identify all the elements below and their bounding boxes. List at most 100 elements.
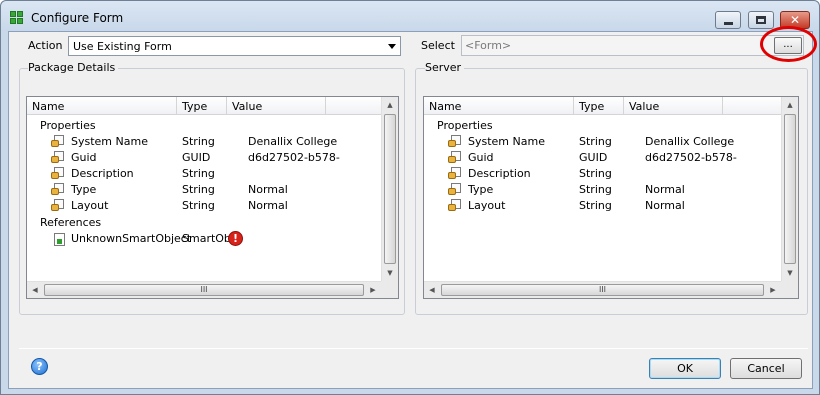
vertical-scrollbar[interactable]: ▲ ▼ [781,97,798,281]
minimize-button[interactable] [715,11,741,29]
scroll-right-icon[interactable]: ▶ [365,282,381,298]
scroll-up-icon[interactable]: ▲ [382,97,398,113]
row-value: Normal [645,199,685,212]
horizontal-scrollbar[interactable]: ◀ III ▶ [27,281,381,298]
maximize-button[interactable] [748,11,774,29]
window-title: Configure Form [31,11,124,25]
action-label: Action [28,39,63,52]
table-row[interactable]: Type String Normal [27,182,381,198]
dialog-body: Action Use Existing Form Select <Form> .… [8,26,817,389]
table-row[interactable]: Layout String Normal [424,198,781,214]
property-icon [51,167,65,180]
column-header-name[interactable]: Name [27,97,177,115]
row-type: SmartObj [182,232,234,245]
scroll-thumb[interactable] [784,114,796,264]
minimize-icon [723,21,733,25]
column-header-name[interactable]: Name [424,97,574,115]
form-select-value: <Form> [465,39,512,52]
table-row[interactable]: Guid GUID d6d27502-b578- [424,150,781,166]
table-row[interactable]: Layout String Normal [27,198,381,214]
server-tree-rows: Properties System Name String Denallix C… [424,115,781,281]
package-tree[interactable]: Name Type Value Properties System Name S… [26,96,399,299]
scroll-down-icon[interactable]: ▼ [782,265,798,281]
property-icon [51,151,65,164]
scroll-corner [781,281,798,298]
property-icon [51,183,65,196]
action-dropdown-value: Use Existing Form [73,40,172,53]
row-type: String [182,183,215,196]
property-icon [448,199,462,212]
package-tree-rows: Properties System Name String Denallix C… [27,115,381,281]
property-icon [448,135,462,148]
table-row[interactable]: Description String [27,166,381,182]
form-select-field[interactable]: <Form> [461,35,804,56]
table-row[interactable]: UnknownSmartObject SmartObj ! [27,231,381,247]
action-dropdown[interactable]: Use Existing Form [68,36,401,56]
cancel-button[interactable]: Cancel [730,358,802,379]
row-type: String [182,135,215,148]
row-value: Normal [645,183,685,196]
select-label: Select [421,39,455,52]
close-icon: ✕ [789,13,801,27]
row-name: System Name [468,135,545,148]
row-type: String [579,135,612,148]
row-name: UnknownSmartObject [71,232,192,245]
vertical-scrollbar[interactable]: ▲ ▼ [381,97,398,281]
table-row[interactable]: Guid GUID d6d27502-b578- [27,150,381,166]
scroll-left-icon[interactable]: ◀ [424,282,440,298]
row-type: String [182,199,215,212]
row-name: Guid [71,151,97,164]
title-bar: Configure Form ✕ [1,1,819,31]
scroll-thumb[interactable]: III [441,284,764,296]
property-icon [51,135,65,148]
tree-node-properties[interactable]: Properties [424,118,781,134]
row-value: Denallix College [645,135,735,148]
property-icon [448,183,462,196]
scroll-up-icon[interactable]: ▲ [782,97,798,113]
chevron-down-icon[interactable] [384,37,400,55]
row-type: String [579,199,612,212]
maximize-icon [756,16,766,24]
table-row[interactable]: Description String [424,166,781,182]
package-tree-header: Name Type Value [27,97,381,115]
row-name: Type [468,183,494,196]
row-name: Description [468,167,531,180]
scroll-left-icon[interactable]: ◀ [27,282,43,298]
property-icon [448,167,462,180]
column-header-type[interactable]: Type [177,97,227,115]
scroll-right-icon[interactable]: ▶ [765,282,781,298]
configure-form-dialog: Configure Form ✕ Action Use Existing For… [0,0,820,395]
scroll-down-icon[interactable]: ▼ [382,265,398,281]
help-icon[interactable]: ? [31,358,48,375]
column-header-value[interactable]: Value [624,97,723,115]
table-row[interactable]: Type String Normal [424,182,781,198]
package-details-label: Package Details [28,61,119,74]
smartobject-icon [54,233,65,246]
error-icon: ! [228,231,243,246]
footer-divider [19,348,808,349]
scroll-corner [381,281,398,298]
column-header-type[interactable]: Type [574,97,624,115]
row-name: Description [71,167,134,180]
row-value: d6d27502-b578- [248,151,340,164]
row-name: Layout [468,199,506,212]
tree-node-references[interactable]: References [27,215,381,231]
row-type: String [579,183,612,196]
scroll-thumb[interactable] [384,114,396,264]
horizontal-scrollbar[interactable]: ◀ III ▶ [424,281,781,298]
tree-node-properties[interactable]: Properties [27,118,381,134]
scroll-thumb[interactable]: III [44,284,364,296]
app-icon [10,11,24,25]
ok-button[interactable]: OK [649,358,721,379]
row-name: Type [71,183,97,196]
column-header-value[interactable]: Value [227,97,326,115]
server-label: Server [425,61,465,74]
row-type: GUID [182,151,211,164]
table-row[interactable]: System Name String Denallix College [27,134,381,150]
table-row[interactable]: System Name String Denallix College [424,134,781,150]
server-tree-header: Name Type Value [424,97,781,115]
row-type: String [182,167,215,180]
row-type: GUID [579,151,608,164]
row-value: Normal [248,199,288,212]
server-tree[interactable]: Name Type Value Properties System Name S… [423,96,799,299]
